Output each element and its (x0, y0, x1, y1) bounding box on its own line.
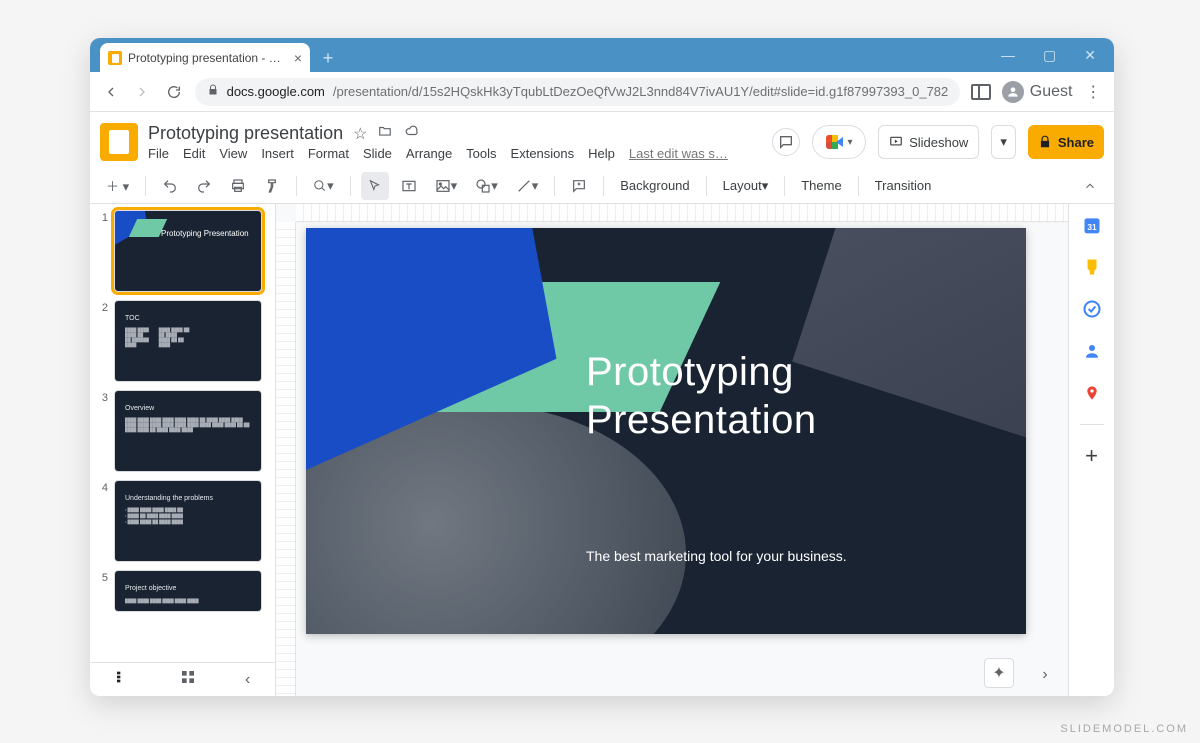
cloud-status-icon[interactable] (403, 124, 421, 144)
forward-button[interactable] (132, 81, 154, 103)
line-tool[interactable]: ▾ (510, 172, 545, 200)
back-button[interactable] (100, 81, 122, 103)
theme-button[interactable]: Theme (795, 172, 847, 200)
address-bar[interactable]: docs.google.com/presentation/d/15s2HQskH… (195, 78, 961, 106)
workspace: 1 Prototyping Presentation 2 TOC████ ███… (90, 204, 1114, 696)
menu-insert[interactable]: Insert (261, 146, 294, 161)
filmstrip-footer: ‹ (90, 662, 275, 696)
browser-window: Prototyping presentation - Goog × + — ▢ … (90, 38, 1114, 696)
paint-format-button[interactable] (258, 172, 286, 200)
transition-button[interactable]: Transition (869, 172, 938, 200)
filmstrip: 1 Prototyping Presentation 2 TOC████ ███… (90, 204, 276, 696)
background-button[interactable]: Background (614, 172, 695, 200)
kebab-menu-icon[interactable]: ⋮ (1082, 81, 1104, 103)
reload-button[interactable] (163, 81, 185, 103)
calendar-icon[interactable]: 31 (1081, 214, 1103, 236)
tab-strip: Prototyping presentation - Goog × + (100, 43, 340, 73)
canvas[interactable]: Prototyping Presentation The best market… (276, 204, 1068, 696)
guest-profile[interactable]: Guest (1002, 81, 1073, 103)
slideshow-dropdown[interactable]: ▾ (991, 125, 1016, 159)
slide-thumb-3[interactable]: 3 Overview████ ████ ████ ████ ████ ████ … (96, 390, 269, 472)
comments-icon[interactable] (772, 128, 800, 156)
app-header: Prototyping presentation ☆ File Edit Vie… (90, 112, 1114, 168)
menu-file[interactable]: File (148, 146, 169, 161)
collapse-toolbar-button[interactable] (1076, 172, 1104, 200)
watermark: SLIDEMODEL.COM (1060, 723, 1188, 735)
maps-icon[interactable] (1081, 382, 1103, 404)
slide-title[interactable]: Prototyping Presentation (586, 348, 817, 444)
slideshow-button[interactable]: Slideshow (878, 125, 979, 159)
menu-tools[interactable]: Tools (466, 146, 496, 161)
url-host: docs.google.com (227, 84, 325, 99)
undo-button[interactable] (156, 172, 184, 200)
panel-icon[interactable] (970, 81, 992, 103)
main-slide[interactable]: Prototyping Presentation The best market… (306, 228, 1026, 634)
explore-button[interactable]: ✦ (984, 658, 1014, 688)
move-folder-icon[interactable] (377, 124, 393, 144)
meet-button[interactable]: ▾ (812, 125, 866, 159)
slide-bg-corner (792, 228, 1026, 442)
titlebar: Prototyping presentation - Goog × + — ▢ … (90, 38, 1114, 72)
textbox-tool[interactable] (395, 172, 423, 200)
tasks-icon[interactable] (1081, 298, 1103, 320)
url-path: /presentation/d/15s2HQskHk3yTqubLtDezOeQ… (333, 84, 948, 99)
menu-edit[interactable]: Edit (183, 146, 205, 161)
maximize-icon[interactable]: ▢ (1043, 47, 1056, 64)
doc-title[interactable]: Prototyping presentation (148, 123, 343, 144)
expand-side-panel-icon[interactable]: › (1032, 662, 1058, 688)
menu-extensions[interactable]: Extensions (511, 146, 575, 161)
new-tab-button[interactable]: + (316, 46, 340, 70)
star-icon[interactable]: ☆ (353, 124, 367, 144)
slides-logo-icon[interactable] (100, 123, 138, 161)
toolbar: ＋ ▾ ▾ ▾ ▾ ▾ Background Layout ▾ Theme Tr… (90, 168, 1114, 204)
close-window-icon[interactable]: ✕ (1084, 47, 1096, 64)
browser-tab[interactable]: Prototyping presentation - Goog × (100, 43, 310, 73)
slide-thumb-1[interactable]: 1 Prototyping Presentation (96, 210, 269, 292)
new-slide-button[interactable]: ＋ ▾ (100, 172, 135, 200)
menu-help[interactable]: Help (588, 146, 615, 161)
svg-text:31: 31 (1087, 222, 1097, 232)
collapse-filmstrip-icon[interactable]: ‹ (245, 671, 250, 689)
guest-label: Guest (1030, 83, 1073, 101)
slide-thumb-2[interactable]: 2 TOC████ ████████ ████ ██████████████ █… (96, 300, 269, 382)
slide-thumb-4[interactable]: 4 Understanding the problems• ████ ████ … (96, 480, 269, 562)
last-edit[interactable]: Last edit was s… (629, 146, 728, 161)
tab-title: Prototyping presentation - Goog (128, 51, 288, 65)
contacts-icon[interactable] (1081, 340, 1103, 362)
shape-tool[interactable]: ▾ (469, 172, 504, 200)
slides-favicon-icon (108, 51, 122, 65)
menu-format[interactable]: Format (308, 146, 349, 161)
menu-view[interactable]: View (219, 146, 247, 161)
omnibar: docs.google.com/presentation/d/15s2HQskH… (90, 72, 1114, 112)
print-button[interactable] (224, 172, 252, 200)
comment-tool[interactable] (565, 172, 593, 200)
share-button[interactable]: Share (1028, 125, 1104, 159)
window-controls: — ▢ ✕ (1001, 47, 1114, 64)
tab-close-icon[interactable]: × (294, 50, 302, 66)
avatar-icon (1002, 81, 1024, 103)
menu-slide[interactable]: Slide (363, 146, 392, 161)
zoom-button[interactable]: ▾ (307, 172, 340, 200)
minimize-icon[interactable]: — (1001, 47, 1015, 64)
keep-icon[interactable] (1081, 256, 1103, 278)
slide-subtitle[interactable]: The best marketing tool for your busines… (586, 548, 847, 564)
layout-button[interactable]: Layout ▾ (717, 172, 775, 200)
vertical-ruler (276, 222, 296, 696)
grid-view-icon[interactable] (180, 669, 196, 690)
add-addon-icon[interactable]: + (1081, 445, 1103, 467)
film-view-icon[interactable] (115, 669, 131, 690)
lock-icon (207, 84, 219, 99)
side-panel: 31 + (1068, 204, 1114, 696)
menu-arrange[interactable]: Arrange (406, 146, 452, 161)
slide-thumb-5[interactable]: 5 Project objective████ ████ ████ ████ █… (96, 570, 269, 612)
menubar: File Edit View Insert Format Slide Arran… (148, 146, 728, 161)
select-tool[interactable] (361, 172, 389, 200)
horizontal-ruler (296, 204, 1068, 222)
image-tool[interactable]: ▾ (429, 172, 464, 200)
redo-button[interactable] (190, 172, 218, 200)
